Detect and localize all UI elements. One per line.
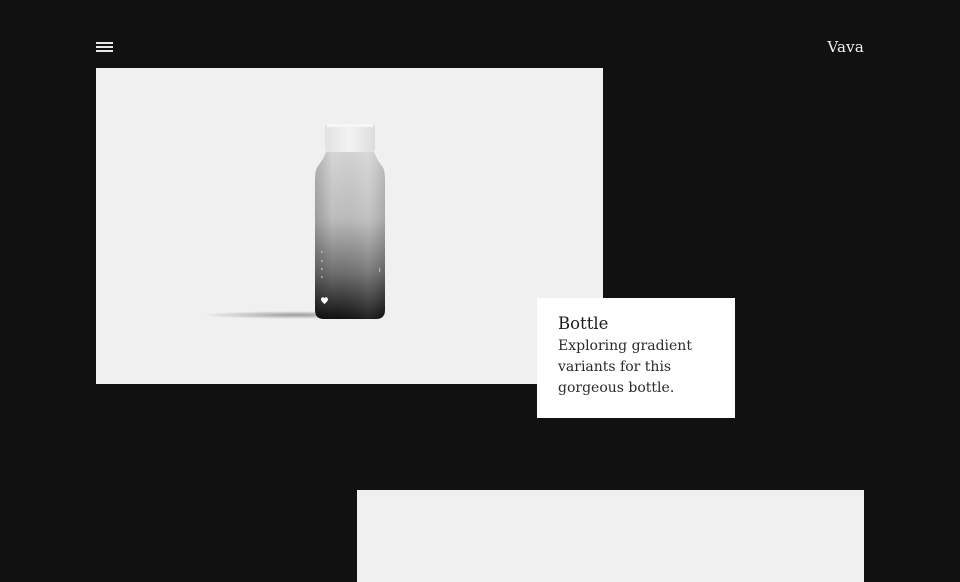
menu-icon[interactable] bbox=[96, 41, 113, 53]
menu-line bbox=[96, 46, 113, 48]
menu-line bbox=[96, 50, 113, 52]
project-description: Exploring gradient variants for this gor… bbox=[558, 338, 692, 396]
menu-line bbox=[96, 42, 113, 44]
bottle-image bbox=[201, 124, 391, 319]
brand-logo[interactable]: Vava bbox=[827, 38, 864, 56]
project-caption: Bottle Exploring gradient variants for t… bbox=[537, 298, 735, 418]
project-image-bottle[interactable] bbox=[96, 68, 603, 384]
project-title: Bottle bbox=[558, 314, 609, 333]
project-image-next[interactable] bbox=[357, 490, 864, 582]
